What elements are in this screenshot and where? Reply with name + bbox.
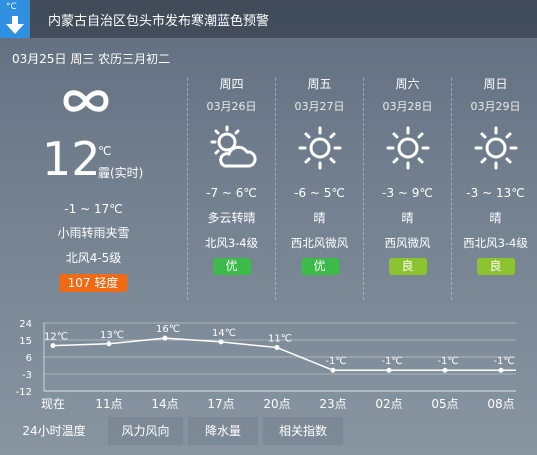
chart-svg: 24 15 6 -3 -12 12℃ 现在 13℃ 11点 16℃ 14点 14℃ 17点 11℃ 20点 -…: [16, 319, 516, 411]
temperature-label: 13℃: [100, 330, 124, 341]
temperature-point: [218, 339, 224, 345]
forecast-day-4[interactable]: 周日 03月29日 -3 ~ 13℃ 晴 西北风3-4级 良: [452, 72, 537, 275]
y-tick-label: -12: [16, 387, 32, 398]
forecast-temp-range: -3 ~ 9℃: [382, 186, 433, 200]
temperature-label: -1℃: [381, 356, 402, 367]
alert-icon: °C: [0, 0, 30, 38]
forecast-aqi-badge: 良: [388, 258, 427, 275]
x-tick-label: 23点: [319, 397, 346, 411]
forecast-wind: 西风微风: [384, 236, 431, 250]
forecast-weather: 多云转晴: [207, 211, 256, 225]
haze-infinity-icon: [60, 86, 112, 120]
x-tick-label: 20点: [263, 397, 290, 411]
sunny-icon: [276, 124, 363, 172]
x-tick-label: 02点: [375, 397, 402, 411]
forecast-day-1[interactable]: 周四 03月26日 -7 ~ 6℃ 多云转晴 北风3-4级 优: [188, 72, 275, 275]
forecast-day-2[interactable]: 周五 03月27日 -6 ~ 5℃ 晴 西北风微风 优: [276, 72, 363, 275]
temperature-point: [498, 367, 504, 373]
y-tick-label: 6: [26, 353, 32, 364]
sunny-icon: [452, 124, 537, 172]
alert-icon-unit: °C: [6, 2, 17, 12]
weather-alert-bar[interactable]: °C 内蒙古自治区包头市发布寒潮蓝色预警: [0, 0, 537, 38]
hourly-temperature-chart: 24 15 6 -3 -12 12℃ 现在 13℃ 11点 16℃ 14点 14℃ 17点 11℃ 20点 -…: [0, 312, 537, 417]
sunny-icon: [364, 124, 451, 172]
forecast-aqi-badge: 优: [300, 258, 339, 275]
forecast-weekday: 周四: [219, 77, 244, 91]
tab-precipitation[interactable]: 降水量: [188, 417, 258, 445]
y-tick-label: 24: [19, 319, 32, 330]
x-tick-label: 05点: [431, 397, 458, 411]
today-temp-range: -1 ~ 17℃: [64, 202, 123, 216]
forecast-wind: 北风3-4级: [204, 236, 259, 250]
forecast-aqi-badge: 良: [476, 258, 515, 275]
forecast-date: 03月28日: [382, 100, 433, 113]
tab-24h-temperature[interactable]: 24小时温度: [14, 417, 94, 445]
y-tick-label: -3: [22, 370, 32, 381]
tab-wind[interactable]: 风力风向: [108, 417, 183, 445]
forecast-wind: 西北风3-4级: [463, 236, 528, 250]
temperature-label: 16℃: [156, 324, 180, 335]
x-tick-label: 17点: [207, 397, 234, 411]
temperature-label: 12℃: [44, 332, 68, 343]
temperature-point: [330, 367, 336, 373]
temperature-label: -1℃: [437, 356, 458, 367]
forecast-aqi-badge: 优: [212, 258, 251, 275]
temperature-label: 14℃: [212, 328, 236, 339]
y-tick-label: 15: [19, 336, 32, 347]
forecast-weather: 晴: [489, 211, 502, 225]
today-aqi-badge[interactable]: 107 轻度: [59, 274, 127, 292]
date-line: 03月25日 周三 农历三月初二: [12, 52, 171, 66]
tab-related-index[interactable]: 相关指数: [263, 417, 343, 445]
forecast-date: 03月27日: [294, 100, 345, 113]
x-tick-label: 08点: [487, 397, 514, 411]
forecast-temp-range: -3 ~ 13℃: [466, 186, 525, 200]
alert-text[interactable]: 内蒙古自治区包头市发布寒潮蓝色预警: [48, 10, 269, 29]
x-tick-label: 11点: [95, 397, 122, 411]
today-wind: 北风4-5级: [65, 251, 122, 265]
forecast-weather: 晴: [401, 211, 414, 225]
temperature-unit: ℃: [98, 144, 112, 158]
partly-cloudy-icon: [188, 124, 275, 172]
temperature-label: 11℃: [268, 334, 292, 345]
forecast-temp-range: -7 ~ 6℃: [206, 186, 257, 200]
forecast-weekday: 周五: [307, 77, 332, 91]
forecast-day-3[interactable]: 周六 03月28日 -3 ~ 9℃ 晴 西风微风 良: [364, 72, 451, 275]
temperature-point: [386, 367, 392, 373]
today-weather: 小雨转雨夹雪: [57, 226, 130, 240]
temperature-label: -1℃: [325, 356, 346, 367]
current-temperature: 12: [42, 132, 101, 186]
x-tick-label: 现在: [41, 397, 65, 411]
forecast-wind: 西北风微风: [290, 236, 349, 250]
forecast-weekday: 周日: [483, 77, 508, 91]
forecast-date: 03月26日: [206, 100, 257, 113]
forecast-date: 03月29日: [470, 100, 521, 113]
down-arrow-icon: [6, 16, 24, 34]
temperature-point: [442, 367, 448, 373]
forecast-weekday: 周六: [395, 77, 420, 91]
temperature-point: [106, 341, 112, 347]
temperature-point: [50, 343, 56, 349]
temperature-label: -1℃: [493, 356, 514, 367]
forecast-temp-range: -6 ~ 5℃: [294, 186, 345, 200]
forecast-weather: 晴: [313, 211, 326, 225]
x-tick-label: 14点: [151, 397, 178, 411]
temperature-point: [162, 335, 168, 341]
current-condition: 霾(实时): [98, 166, 144, 180]
temperature-point: [274, 345, 280, 351]
